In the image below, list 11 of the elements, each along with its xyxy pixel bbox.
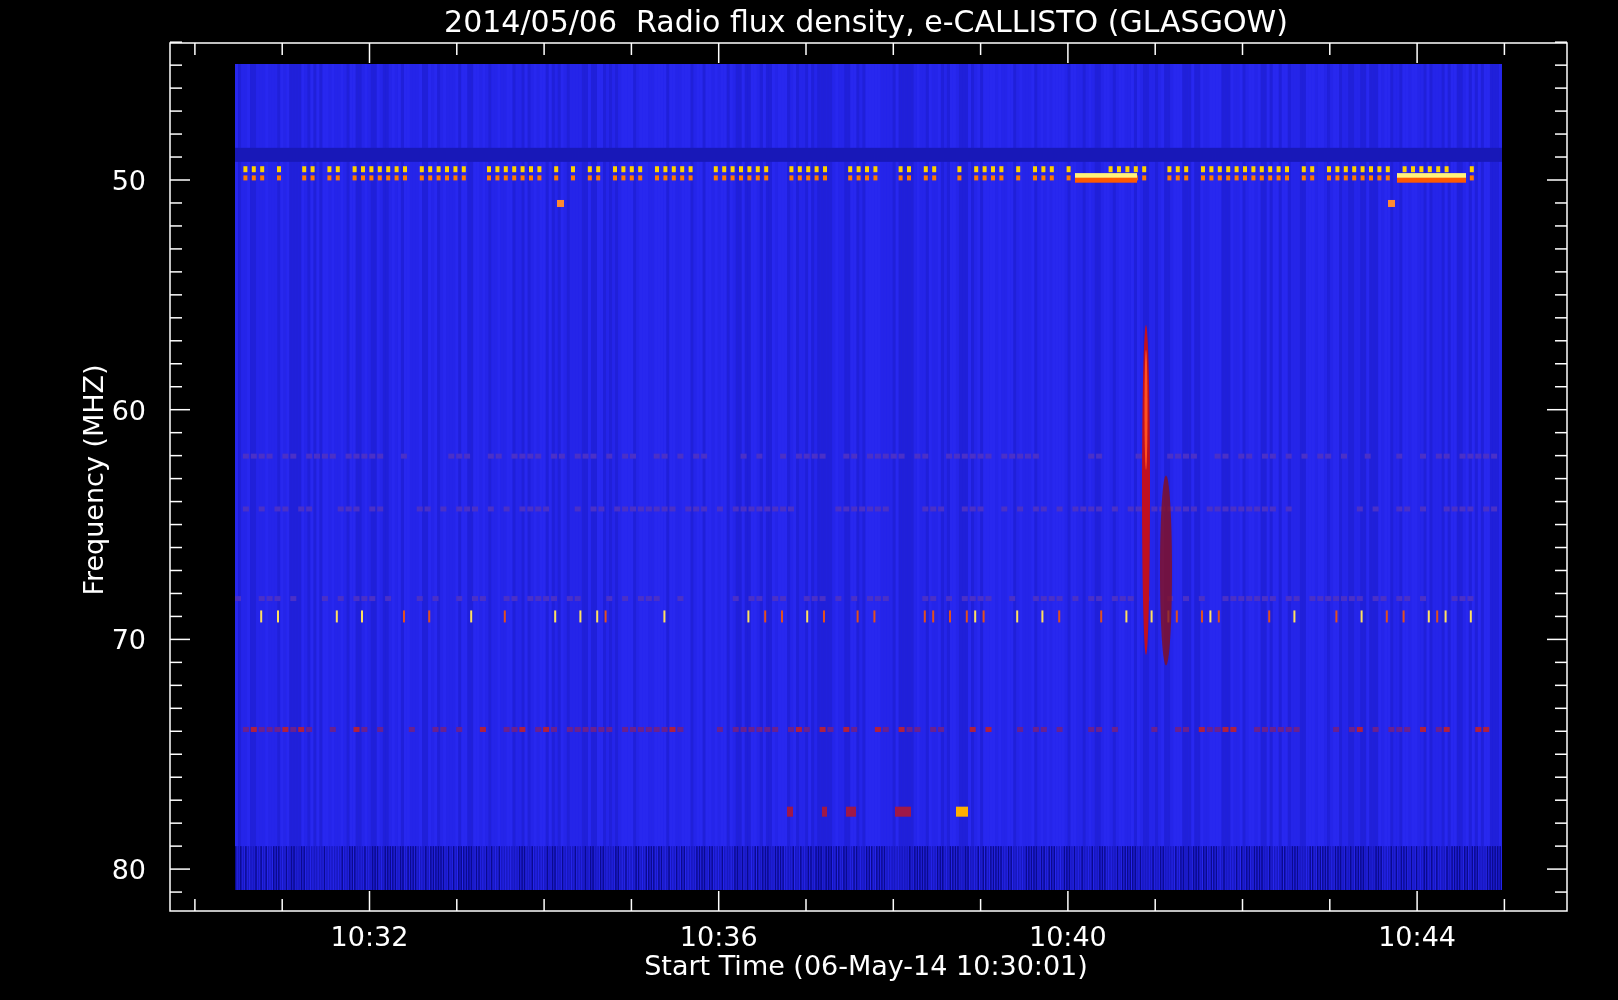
y-tick-label: 50: [111, 165, 146, 196]
x-tick-label: 10:36: [679, 921, 758, 952]
x-axis-label: Start Time (06-May-14 10:30:01): [644, 950, 1088, 981]
plot-title: 2014/05/06 Radio flux density, e-CALLISTO (GLASGOW): [444, 4, 1288, 39]
y-axis-label: Frequency (MHZ): [78, 364, 109, 596]
x-tick-label: 10:32: [330, 921, 409, 952]
y-tick-label: 70: [111, 624, 146, 656]
x-tick-label: 10:44: [1378, 921, 1456, 952]
y-tick-label: 60: [111, 394, 146, 426]
y-tick-label: 80: [111, 854, 146, 886]
x-tick-label: 10:40: [1029, 921, 1107, 952]
